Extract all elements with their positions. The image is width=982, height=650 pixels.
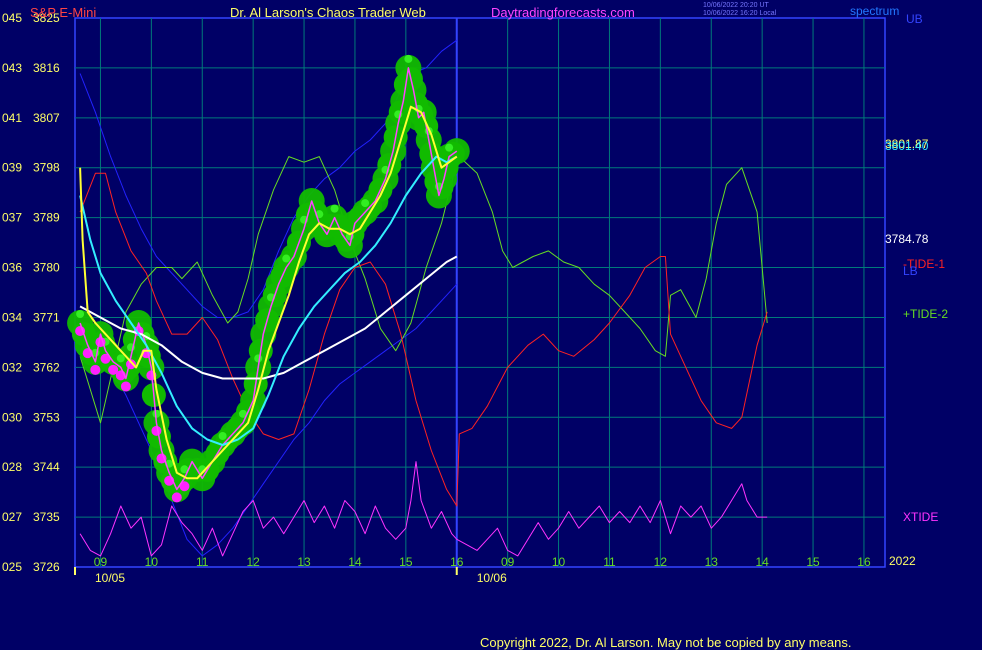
x-hour-label: 15	[399, 555, 413, 569]
timestamp-ut: 10/06/2022 20:20 UT	[703, 2, 769, 9]
x-hour-label: 15	[806, 555, 820, 569]
y-label-right: 3735	[33, 510, 60, 524]
chart-canvas: 045 3825043 3816041 3807039 3798037 3789036 37…	[0, 0, 982, 650]
glow-dot	[282, 254, 291, 263]
right-value-label: 3801.40	[885, 139, 929, 153]
magenta-dot	[151, 425, 162, 436]
x-hour-label: 09	[501, 555, 515, 569]
x-hour-label: 11	[603, 555, 616, 569]
y-label-left: 025	[2, 560, 22, 574]
y-label-right: 3807	[33, 111, 60, 125]
x-hour-label: 11	[196, 555, 209, 569]
glow-dot	[116, 354, 125, 363]
y-label-right: 3789	[33, 211, 60, 225]
glow-dot	[404, 54, 413, 63]
y-label-left: 041	[2, 111, 22, 125]
magenta-dot	[171, 492, 182, 503]
x-hour-label: 12	[654, 555, 668, 569]
copyright-notice: Copyright 2022, Dr. Al Larson. May not b…	[480, 635, 852, 650]
site-link[interactable]: Daytradingforecasts.com	[491, 5, 635, 20]
glow-dot	[218, 432, 227, 440]
y-label-left: 037	[2, 211, 22, 225]
magenta-dot	[90, 364, 101, 375]
y-label-left: 045	[2, 11, 22, 25]
y-label-right: 3798	[33, 161, 60, 175]
x-hour-label: 09	[94, 555, 108, 569]
x-hour-label: 16	[857, 555, 871, 569]
chart-title: Dr. Al Larson's Chaos Trader Web	[230, 5, 426, 20]
x-year-label: 2022	[889, 554, 916, 568]
x-hour-label: 10	[145, 555, 159, 569]
x-hour-label: 10	[552, 555, 566, 569]
xtide-label: XTIDE	[903, 510, 938, 524]
y-label-left: 039	[2, 161, 22, 175]
glow-dot	[445, 143, 454, 152]
y-label-left: 034	[2, 310, 22, 324]
y-label-right: 3816	[33, 61, 60, 75]
y-label-right: 3780	[33, 261, 60, 275]
magenta-dot	[120, 381, 131, 392]
x-date-label: 10/06	[477, 571, 507, 585]
x-date-label: 10/05	[95, 571, 125, 585]
glow-dot	[76, 310, 85, 318]
glow-dot	[361, 199, 370, 208]
x-hour-label: 16	[450, 555, 464, 569]
y-label-left: 028	[2, 460, 22, 474]
y-label-right: 3744	[33, 460, 60, 474]
x-hour-label: 12	[246, 555, 260, 569]
y-label-left: 043	[2, 61, 22, 75]
ub-label: UB	[906, 12, 923, 26]
symbol-title: S&P E-Mini	[30, 5, 97, 20]
right-value-label: 3784.78	[885, 232, 929, 246]
glow-dot	[330, 204, 339, 213]
x-hour-label: 13	[705, 555, 719, 569]
timestamp-local: 10/06/2022 16:20 Local	[703, 10, 777, 17]
y-label-left: 036	[2, 261, 22, 275]
y-label-left: 030	[2, 410, 22, 424]
glow-dot	[254, 354, 263, 363]
x-hour-label: 13	[297, 555, 311, 569]
tide2-label: +TIDE-2	[903, 307, 948, 321]
y-label-right: 3771	[33, 310, 60, 324]
x-hour-label: 14	[755, 555, 769, 569]
y-label-left: 027	[2, 510, 22, 524]
lb-label: LB	[903, 264, 918, 278]
y-label-left: 032	[2, 360, 22, 374]
spectrum-label: spectrum	[850, 4, 900, 18]
y-label-right: 3726	[33, 560, 60, 574]
x-hour-label: 14	[348, 555, 362, 569]
y-label-right: 3762	[33, 360, 60, 374]
y-label-right: 3753	[33, 410, 60, 424]
